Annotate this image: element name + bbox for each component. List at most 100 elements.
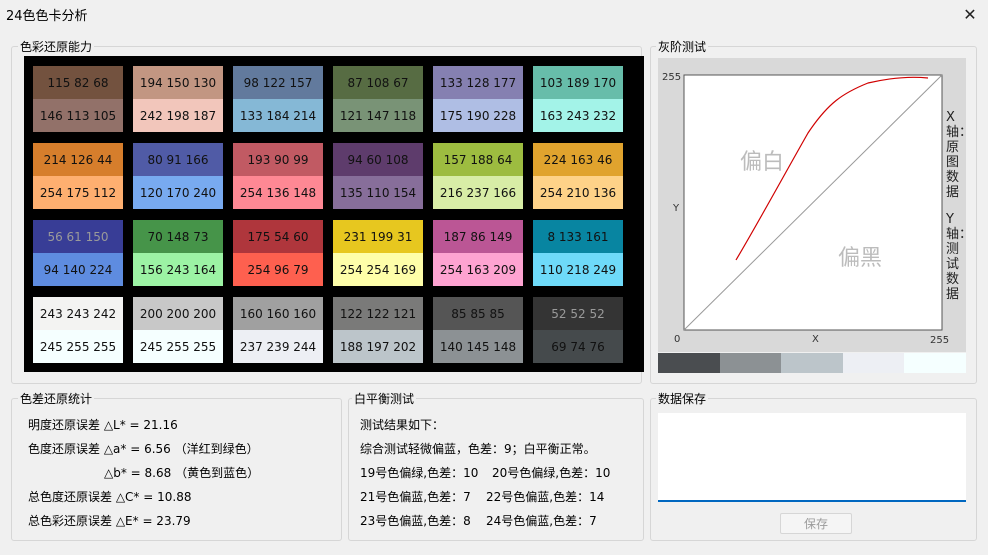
title-bar: 24色色卡分析 ✕ [0,0,988,28]
swatch-original-value: 193 90 99 [233,143,323,176]
swatch-test-value: 94 140 224 [33,253,123,286]
swatch-test-value: 146 113 105 [33,99,123,132]
save-label: 数据保存 [656,390,709,407]
color-diff-label: 色差还原统计 [18,390,95,407]
swatch-original-value: 87 108 67 [333,66,423,99]
color-swatch: 115 82 68 146 113 105 [33,66,123,132]
swatch-original-value: 194 150 130 [133,66,223,99]
swatch-original-value: 175 54 60 [233,220,323,253]
color-swatch: 94 60 108 135 110 154 [333,143,423,209]
wb-result-23: 23号色偏蓝,色差：8 [360,514,471,528]
gray-level-swatch [781,353,843,373]
close-icon[interactable]: ✕ [958,3,982,25]
total-chroma-error: 总色度还原误差 △C* = 10.88 [28,490,192,504]
swatch-test-value: 121 147 118 [333,99,423,132]
swatch-original-value: 214 126 44 [33,143,123,176]
swatch-original-value: 187 86 149 [433,220,523,253]
swatch-test-value: 188 197 202 [333,330,423,363]
swatch-test-value: 175 190 228 [433,99,523,132]
color-swatch: 214 126 44 254 175 112 [33,143,123,209]
y-axis-label: Y [673,203,680,214]
wb-result-21: 21号色偏蓝,色差：7 [360,490,471,504]
swatch-test-value: 135 110 154 [333,176,423,209]
swatch-original-value: 200 200 200 [133,297,223,330]
x-axis-description: X轴：原图数据 [946,110,973,200]
color-restoration-label: 色彩还原能力 [18,38,95,55]
swatch-test-value: 133 184 214 [233,99,323,132]
y-axis-description: Y轴：测试数据 [946,212,973,302]
x-max-label: 255 [930,335,950,346]
swatch-original-value: 243 243 242 [33,297,123,330]
swatch-test-value: 254 210 136 [533,176,623,209]
swatch-original-value: 56 61 150 [33,220,123,253]
swatch-original-value: 94 60 108 [333,143,423,176]
gray-level-swatch [658,353,720,373]
window-title: 24色色卡分析 [6,9,88,24]
swatch-test-value: 120 170 240 [133,176,223,209]
swatch-test-value: 110 218 249 [533,253,623,286]
swatch-test-value: 69 74 76 [533,330,623,363]
color-swatch: 80 91 166 120 170 240 [133,143,223,209]
swatch-original-value: 224 163 46 [533,143,623,176]
grayscale-label: 灰阶测试 [656,38,709,55]
swatch-test-value: 245 255 255 [33,330,123,363]
color-swatch: 231 199 31 254 254 169 [333,220,423,286]
bias-black-label: 偏黑 [838,246,883,271]
swatch-original-value: 80 91 166 [133,143,223,176]
wb-summary: 综合测试轻微偏蓝，色差：9；白平衡正常。 [360,442,596,456]
bias-white-label: 偏白 [740,150,785,175]
color-swatch: 160 160 160 237 239 244 [233,297,323,363]
color-swatch: 122 122 121 188 197 202 [333,297,423,363]
swatch-test-value: 254 254 169 [333,253,423,286]
x-axis-label: X [812,334,819,345]
color-swatch: 200 200 200 245 255 255 [133,297,223,363]
save-text-field[interactable] [658,413,966,502]
swatch-original-value: 70 148 73 [133,220,223,253]
color-swatch: 85 85 85 140 145 148 [433,297,523,363]
color-swatch: 87 108 67 121 147 118 [333,66,423,132]
swatch-original-value: 160 160 160 [233,297,323,330]
gray-curve-plot [683,74,943,331]
origin-label: 0 [674,334,681,345]
wb-result-heading: 测试结果如下： [360,418,445,432]
swatch-test-value: 163 243 232 [533,99,623,132]
y-max-label: 255 [662,72,682,83]
color-swatch: 103 189 170 163 243 232 [533,66,623,132]
color-swatch: 157 188 64 216 237 166 [433,143,523,209]
swatch-original-value: 122 122 121 [333,297,423,330]
swatch-test-value: 245 255 255 [133,330,223,363]
swatch-test-value: 242 198 187 [133,99,223,132]
swatch-original-value: 8 133 161 [533,220,623,253]
gray-level-swatch [904,353,966,373]
color-swatch: 193 90 99 254 136 148 [233,143,323,209]
color-chart: 115 82 68 146 113 105 194 150 130 242 198 1… [24,56,644,372]
swatch-original-value: 85 85 85 [433,297,523,330]
swatch-original-value: 157 188 64 [433,143,523,176]
swatch-test-value: 237 239 244 [233,330,323,363]
swatch-test-value: 254 175 112 [33,176,123,209]
chroma-b-error: △b* = 8.68 （黄色到蓝色） [104,466,260,480]
gray-level-swatch [843,353,905,373]
color-swatch: 133 128 177 175 190 228 [433,66,523,132]
swatch-test-value: 254 136 148 [233,176,323,209]
swatch-original-value: 115 82 68 [33,66,123,99]
wb-result-19: 19号色偏绿,色差：10 [360,466,479,480]
color-swatch: 243 243 242 245 255 255 [33,297,123,363]
white-balance-label: 白平衡测试 [352,390,417,407]
total-color-error: 总色彩还原误差 △E* = 23.79 [28,514,191,528]
gray-level-swatch [720,353,782,373]
wb-result-24: 24号色偏蓝,色差：7 [486,514,597,528]
swatch-test-value: 254 163 209 [433,253,523,286]
swatch-original-value: 133 128 177 [433,66,523,99]
save-button[interactable]: 保存 [780,513,852,534]
wb-result-20: 20号色偏绿,色差：10 [492,466,611,480]
chroma-a-error: 色度还原误差 △a* = 6.56 （洋红到绿色） [28,442,259,456]
color-swatch: 194 150 130 242 198 187 [133,66,223,132]
swatch-original-value: 98 122 157 [233,66,323,99]
swatch-original-value: 231 199 31 [333,220,423,253]
color-swatch: 8 133 161 110 218 249 [533,220,623,286]
color-swatch: 187 86 149 254 163 209 [433,220,523,286]
color-swatch: 56 61 150 94 140 224 [33,220,123,286]
swatch-test-value: 254 96 79 [233,253,323,286]
color-swatch: 52 52 52 69 74 76 [533,297,623,363]
